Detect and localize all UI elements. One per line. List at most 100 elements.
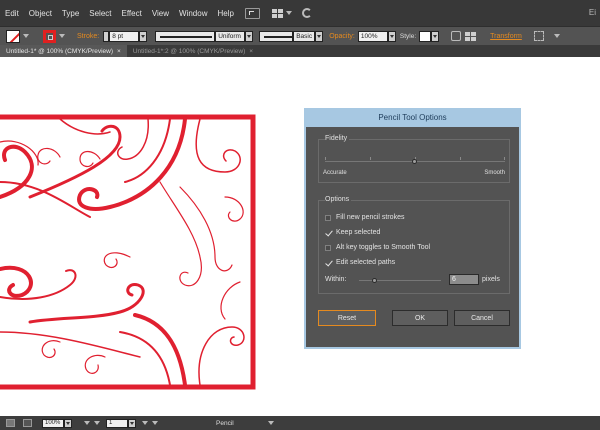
swirl-stroke[interactable] [41, 340, 61, 359]
swirl-stroke[interactable] [28, 283, 145, 324]
control-bar: Stroke: 8 pt Uniform Basic Opacity: 100%… [0, 26, 600, 45]
swirl-stroke[interactable] [179, 186, 233, 272]
swirl-stroke[interactable] [159, 181, 202, 287]
menu-help[interactable]: Help [212, 9, 238, 18]
transform-link[interactable]: Transform [490, 33, 522, 40]
artboard-nav-icon[interactable] [23, 419, 32, 427]
menu-bar: Edit Object Type Select Effect View Wind… [0, 0, 600, 26]
brush-dropdown[interactable] [315, 30, 324, 42]
swirl-stroke[interactable] [117, 118, 149, 160]
checkmark-icon[interactable] [325, 230, 331, 236]
zoom-field[interactable]: 100% [42, 418, 64, 428]
reset-button[interactable]: Reset [318, 310, 376, 326]
swirl-stroke[interactable] [224, 196, 244, 222]
pencil-tool-options-dialog: Pencil Tool Options Fidelity Accurate Sm… [304, 108, 521, 349]
slider-tick [504, 157, 505, 160]
close-icon[interactable]: × [249, 48, 253, 55]
brush-definition[interactable] [259, 30, 294, 42]
isolate-icon[interactable] [533, 31, 544, 41]
chevron-down-icon[interactable] [59, 34, 65, 38]
graphic-style-swatch[interactable] [419, 30, 432, 42]
stroke-weight-field[interactable]: 8 pt [109, 30, 140, 42]
menu-view[interactable]: View [147, 9, 174, 18]
status-menu-arrow-icon[interactable] [267, 421, 274, 425]
bridge-icon[interactable] [244, 7, 260, 19]
swirl-stroke[interactable] [0, 144, 34, 199]
arrange-documents-icon[interactable] [271, 8, 283, 18]
menu-window[interactable]: Window [174, 9, 212, 18]
ok-button[interactable]: OK [392, 310, 448, 326]
options-title: Options [325, 196, 352, 203]
style-label: Style: [399, 32, 417, 40]
option-edit-selected-paths[interactable]: Edit selected paths [325, 259, 395, 266]
variable-width-profile[interactable] [155, 30, 216, 42]
profile-dropdown[interactable] [245, 30, 254, 42]
menu-type[interactable]: Type [57, 9, 84, 18]
fill-swatch[interactable] [6, 29, 20, 43]
opacity-dropdown[interactable] [387, 30, 396, 42]
stroke-weight-dropdown[interactable] [139, 30, 148, 42]
artboard-dropdown[interactable] [128, 418, 136, 428]
chevron-down-icon[interactable] [23, 34, 29, 38]
previous-artboard-icon[interactable] [94, 421, 100, 425]
tab-document-2[interactable]: Untitled-1*:2 @ 100% (CMYK/Preview) × [127, 45, 259, 57]
option-label: Fill new pencil strokes [336, 214, 405, 221]
first-artboard-icon[interactable] [84, 421, 90, 425]
status-bar: 100% 1 Pencil [0, 416, 600, 430]
menu-edit[interactable]: Edit [0, 9, 24, 18]
checkmark-icon[interactable] [325, 260, 331, 266]
brush-value: Basic [293, 30, 316, 42]
option-fill-new-pencil-strokes[interactable]: Fill new pencil strokes [325, 214, 404, 221]
slider-tick [325, 157, 326, 160]
checkbox[interactable] [325, 244, 331, 251]
opacity-field[interactable]: 100% [357, 30, 388, 42]
swirl-stroke[interactable] [119, 331, 171, 386]
within-value-field[interactable]: 6 [449, 274, 479, 285]
swirl-stroke[interactable] [37, 147, 61, 165]
swirl-stroke[interactable] [198, 326, 245, 386]
pixels-unit: pixels [482, 276, 500, 283]
rotate-view-icon[interactable] [6, 419, 15, 427]
within-label: Within: [325, 276, 347, 283]
swirl-stroke[interactable] [28, 124, 122, 199]
gpu-performance-icon[interactable] [301, 8, 312, 18]
menu-object[interactable]: Object [24, 9, 57, 18]
style-dropdown[interactable] [431, 30, 440, 42]
swirl-stroke[interactable] [133, 313, 187, 387]
stroke-swatch[interactable] [43, 29, 56, 43]
swirl-stroke[interactable] [0, 331, 141, 358]
swirl-stroke[interactable] [103, 252, 131, 269]
menu-select[interactable]: Select [84, 9, 116, 18]
slider-tick [370, 157, 371, 160]
checkbox[interactable] [325, 214, 331, 221]
within-slider-thumb[interactable] [372, 278, 377, 283]
next-artboard-icon[interactable] [142, 421, 148, 425]
opacity-label[interactable]: Opacity: [329, 33, 355, 40]
chevron-down-icon[interactable] [285, 11, 292, 15]
swirl-stroke[interactable] [195, 118, 241, 173]
window-edge-text: Ei [588, 8, 596, 17]
swirl-stroke[interactable] [0, 265, 33, 298]
option-label: Keep selected [336, 229, 381, 236]
recolor-artwork-icon[interactable] [451, 31, 462, 41]
cancel-button[interactable]: Cancel [454, 310, 510, 326]
swirl-stroke[interactable] [220, 281, 241, 320]
chevron-down-icon[interactable] [553, 34, 560, 38]
options-group: Options Fill new pencil strokes Keep sel… [318, 196, 510, 294]
option-keep-selected[interactable]: Keep selected [325, 229, 380, 236]
align-icon[interactable] [465, 31, 477, 41]
tab-document-1[interactable]: Untitled-1* @ 100% (CMYK/Preview) × [0, 45, 127, 57]
zoom-dropdown[interactable] [64, 418, 72, 428]
fidelity-slider-thumb[interactable] [412, 159, 417, 164]
last-artboard-icon[interactable] [152, 421, 158, 425]
dialog-title: Pencil Tool Options [306, 110, 519, 127]
swirl-stroke[interactable] [0, 181, 91, 218]
stroke-label[interactable]: Stroke: [77, 33, 99, 40]
option-alt-key-toggles[interactable]: Alt key toggles to Smooth Tool [325, 244, 430, 251]
swirl-stroke[interactable] [84, 354, 106, 374]
fidelity-title: Fidelity [325, 135, 350, 142]
artboard-number-field[interactable]: 1 [106, 418, 128, 428]
menu-effect[interactable]: Effect [117, 9, 147, 18]
close-icon[interactable]: × [117, 48, 121, 55]
document-tabs: Untitled-1* @ 100% (CMYK/Preview) × Unti… [0, 45, 600, 57]
